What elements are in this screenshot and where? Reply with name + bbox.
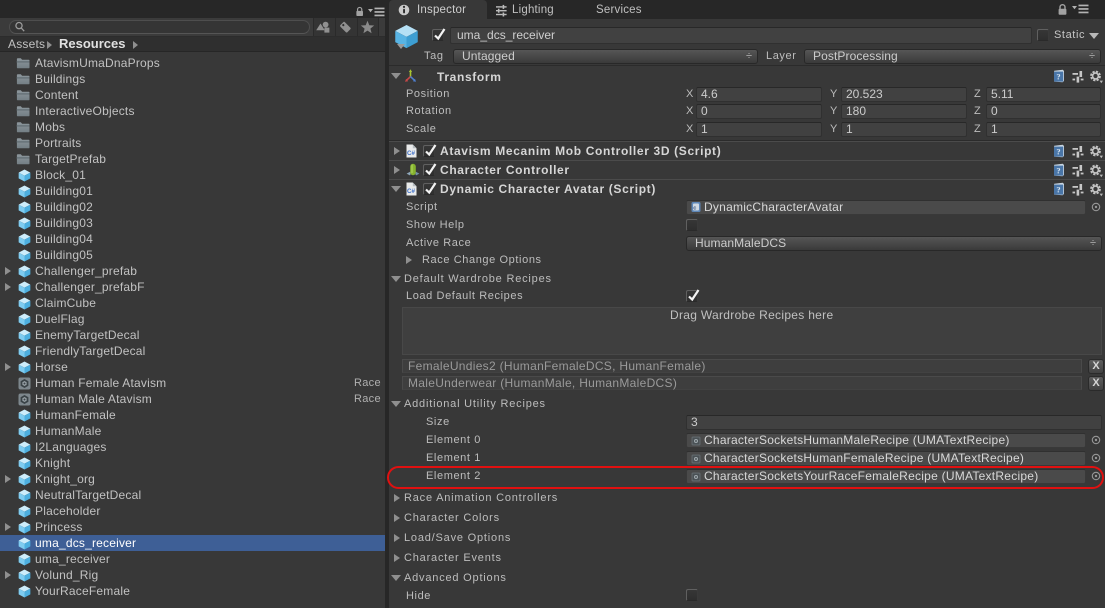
svg-text:?: ?	[1056, 184, 1060, 194]
svg-text:?: ?	[1056, 146, 1060, 156]
svg-text:?: ?	[1056, 71, 1060, 81]
svg-text:C#: C#	[407, 150, 415, 157]
svg-text:c: c	[693, 206, 696, 212]
svg-text:?: ?	[1056, 165, 1060, 175]
svg-text:C#: C#	[407, 188, 415, 195]
